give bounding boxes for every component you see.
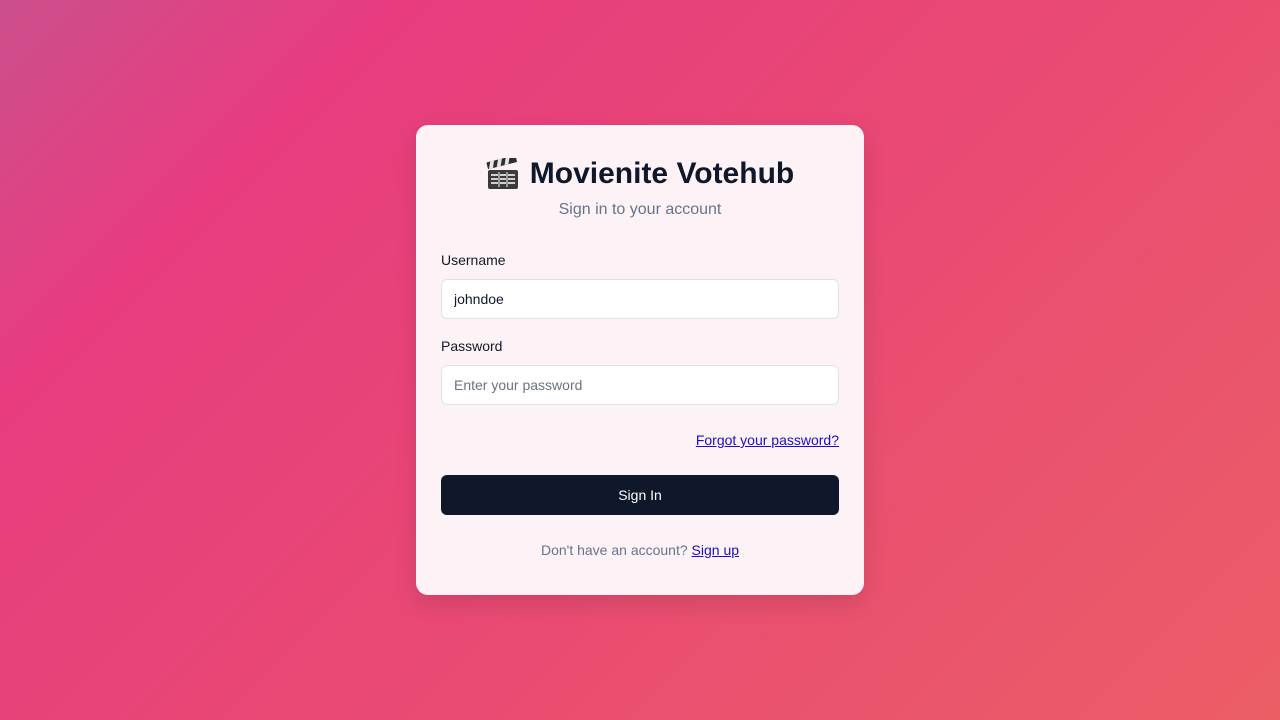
login-card: Movienite Votehub Sign in to your accoun… <box>416 125 864 595</box>
clapperboard-icon <box>486 155 520 190</box>
login-header: Movienite Votehub Sign in to your accoun… <box>441 155 839 219</box>
username-input[interactable] <box>441 279 839 319</box>
password-field-group: Password <box>441 338 839 405</box>
password-input[interactable] <box>441 365 839 405</box>
app-title: Movienite Votehub <box>529 157 795 190</box>
page-title: Movienite Votehub <box>441 155 839 191</box>
username-field-group: Username <box>441 252 839 319</box>
forgot-password-row: Forgot your password? <box>441 432 839 448</box>
forgot-password-link[interactable]: Forgot your password? <box>696 432 839 448</box>
sign-up-link[interactable]: Sign up <box>692 542 739 558</box>
page-subtitle: Sign in to your account <box>558 201 722 218</box>
password-label: Password <box>441 338 503 354</box>
signup-prompt: Don't have an account? Sign up <box>441 542 839 558</box>
signup-prompt-text: Don't have an account? <box>540 542 688 558</box>
username-label: Username <box>441 252 506 268</box>
sign-in-button[interactable]: Sign In <box>441 475 839 515</box>
